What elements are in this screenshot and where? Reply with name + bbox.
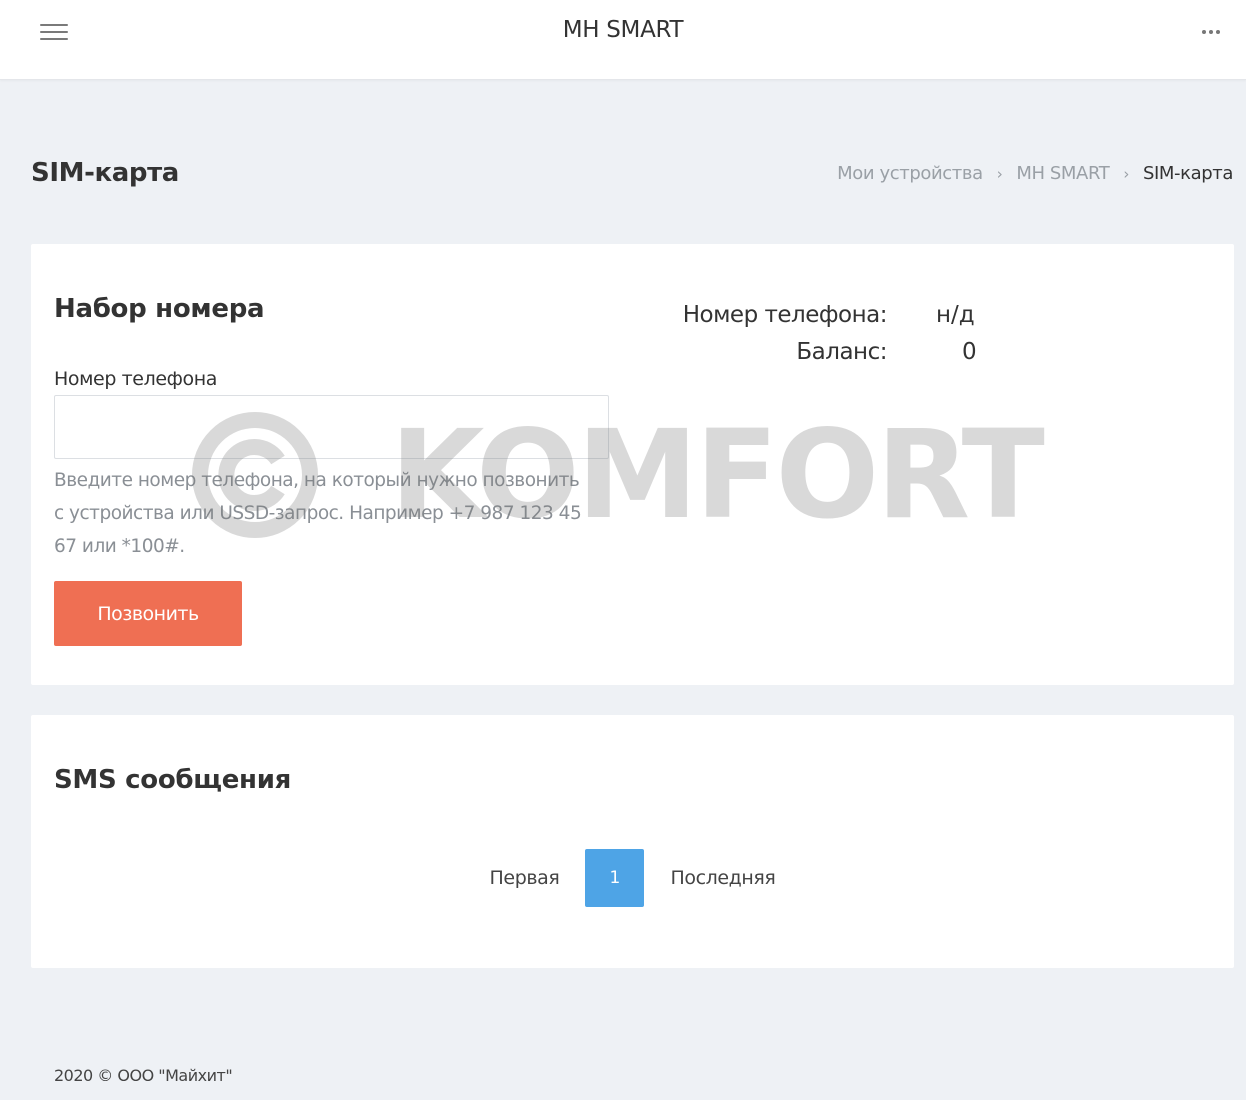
sim-phone-label: Номер телефона:: [682, 302, 888, 328]
breadcrumb-separator-icon: ›: [996, 164, 1003, 183]
sim-phone-row: Номер телефона: н/д: [631, 302, 1031, 339]
sim-balance-row: Баланс: 0: [631, 339, 1031, 376]
pagination: Первая 1 Последняя: [31, 849, 1234, 907]
top-header: MH SMART: [0, 0, 1246, 80]
phone-field-label: Номер телефона: [54, 368, 217, 390]
more-options-icon[interactable]: [1200, 28, 1230, 36]
pagination-last[interactable]: Последняя: [658, 867, 787, 889]
sms-section-title: SMS сообщения: [54, 765, 292, 795]
phone-number-input[interactable]: [54, 395, 609, 459]
pagination-first[interactable]: Первая: [478, 867, 572, 889]
dial-panel: Набор номера Номер телефона Введите номе…: [31, 244, 1234, 685]
sim-info: Номер телефона: н/д Баланс: 0: [631, 302, 1031, 376]
app-title: MH SMART: [562, 17, 684, 43]
breadcrumb-current: SIM-карта: [1142, 163, 1233, 184]
sim-balance-value: 0: [962, 339, 977, 365]
breadcrumb-separator-icon: ›: [1123, 164, 1129, 183]
sms-panel: SMS сообщения Первая 1 Последняя: [31, 715, 1234, 968]
breadcrumb-device[interactable]: MH SMART: [1016, 163, 1109, 184]
footer-copyright: 2020 © ООО "Майхит": [54, 1066, 233, 1085]
call-button[interactable]: Позвонить: [54, 581, 242, 646]
breadcrumb: Мои устройства › MH SMART › SIM-карта: [837, 163, 1233, 184]
sim-balance-label: Баланс:: [796, 339, 887, 365]
pagination-current-page[interactable]: 1: [585, 849, 645, 907]
dial-section-title: Набор номера: [54, 294, 265, 324]
sim-phone-value: н/д: [936, 302, 975, 328]
phone-help-text: Введите номер телефона, на который нужно…: [54, 470, 582, 557]
breadcrumb-my-devices[interactable]: Мои устройства: [837, 163, 983, 184]
page-title: SIM-карта: [31, 158, 179, 188]
